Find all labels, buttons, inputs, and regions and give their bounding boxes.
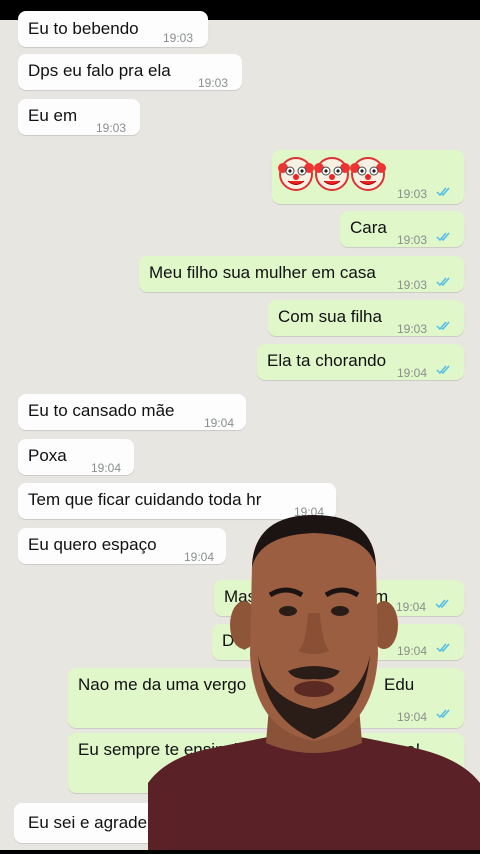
clown-face-emoji-icon [350, 157, 386, 191]
clown-face-emoji-icon [314, 157, 350, 191]
message-time: 19:03 [397, 187, 428, 201]
message-text: Com sua filha [278, 307, 382, 326]
message-outgoing[interactable]: Ela ta chorando 19:04 [257, 344, 464, 380]
message-outgoing-emoji[interactable]: 19:03 [272, 150, 464, 204]
message-text: Meu filho sua mulher em casa [149, 263, 376, 282]
message-text: Eu em [28, 106, 78, 125]
message-incoming[interactable]: Eu to cansado mãe 19:04 [18, 394, 246, 430]
double-check-icon [436, 231, 454, 242]
chat-screen: Eu to bebendo 19:03 Dps eu falo pra ela … [0, 0, 480, 854]
message-incoming[interactable]: Eu to bebendo 19:03 [18, 11, 208, 47]
message-time: 19:03 [397, 322, 428, 336]
message-outgoing[interactable]: Com sua filha 19:03 [268, 300, 464, 336]
message-text: Dps eu falo pra ela [28, 61, 171, 80]
double-check-icon [436, 364, 454, 375]
message-time: 19:04 [91, 461, 122, 475]
message-text: Poxa [28, 446, 67, 465]
double-check-icon [436, 320, 454, 331]
bottom-black-bar [0, 850, 480, 854]
message-time: 19:03 [96, 121, 127, 135]
message-text: Eu to bebendo [28, 19, 139, 38]
message-time: 19:03 [198, 76, 229, 90]
message-time: 19:04 [204, 416, 235, 430]
message-text: Eu to cansado mãe [28, 401, 175, 420]
message-time: 19:03 [163, 31, 194, 45]
double-check-icon [436, 276, 454, 287]
message-outgoing[interactable]: Cara 19:03 [340, 211, 464, 247]
message-text: Eu quero espaço [28, 535, 157, 554]
message-text: Cara [350, 218, 387, 237]
message-time: 19:03 [397, 233, 428, 247]
message-time: 19:03 [397, 278, 428, 292]
message-incoming[interactable]: Eu em 19:03 [18, 99, 140, 135]
double-check-icon [436, 186, 454, 197]
message-incoming[interactable]: Poxa 19:04 [18, 439, 134, 475]
message-text: Eu sei e agrade [28, 813, 148, 832]
reaction-video-person-image [148, 515, 480, 854]
clown-face-emoji-icon [278, 157, 314, 191]
message-time: 19:04 [397, 366, 428, 380]
message-incoming[interactable]: Dps eu falo pra ela 19:03 [18, 54, 242, 90]
message-outgoing[interactable]: Meu filho sua mulher em casa 19:03 [139, 256, 464, 292]
message-text: Ela ta chorando [267, 351, 387, 370]
